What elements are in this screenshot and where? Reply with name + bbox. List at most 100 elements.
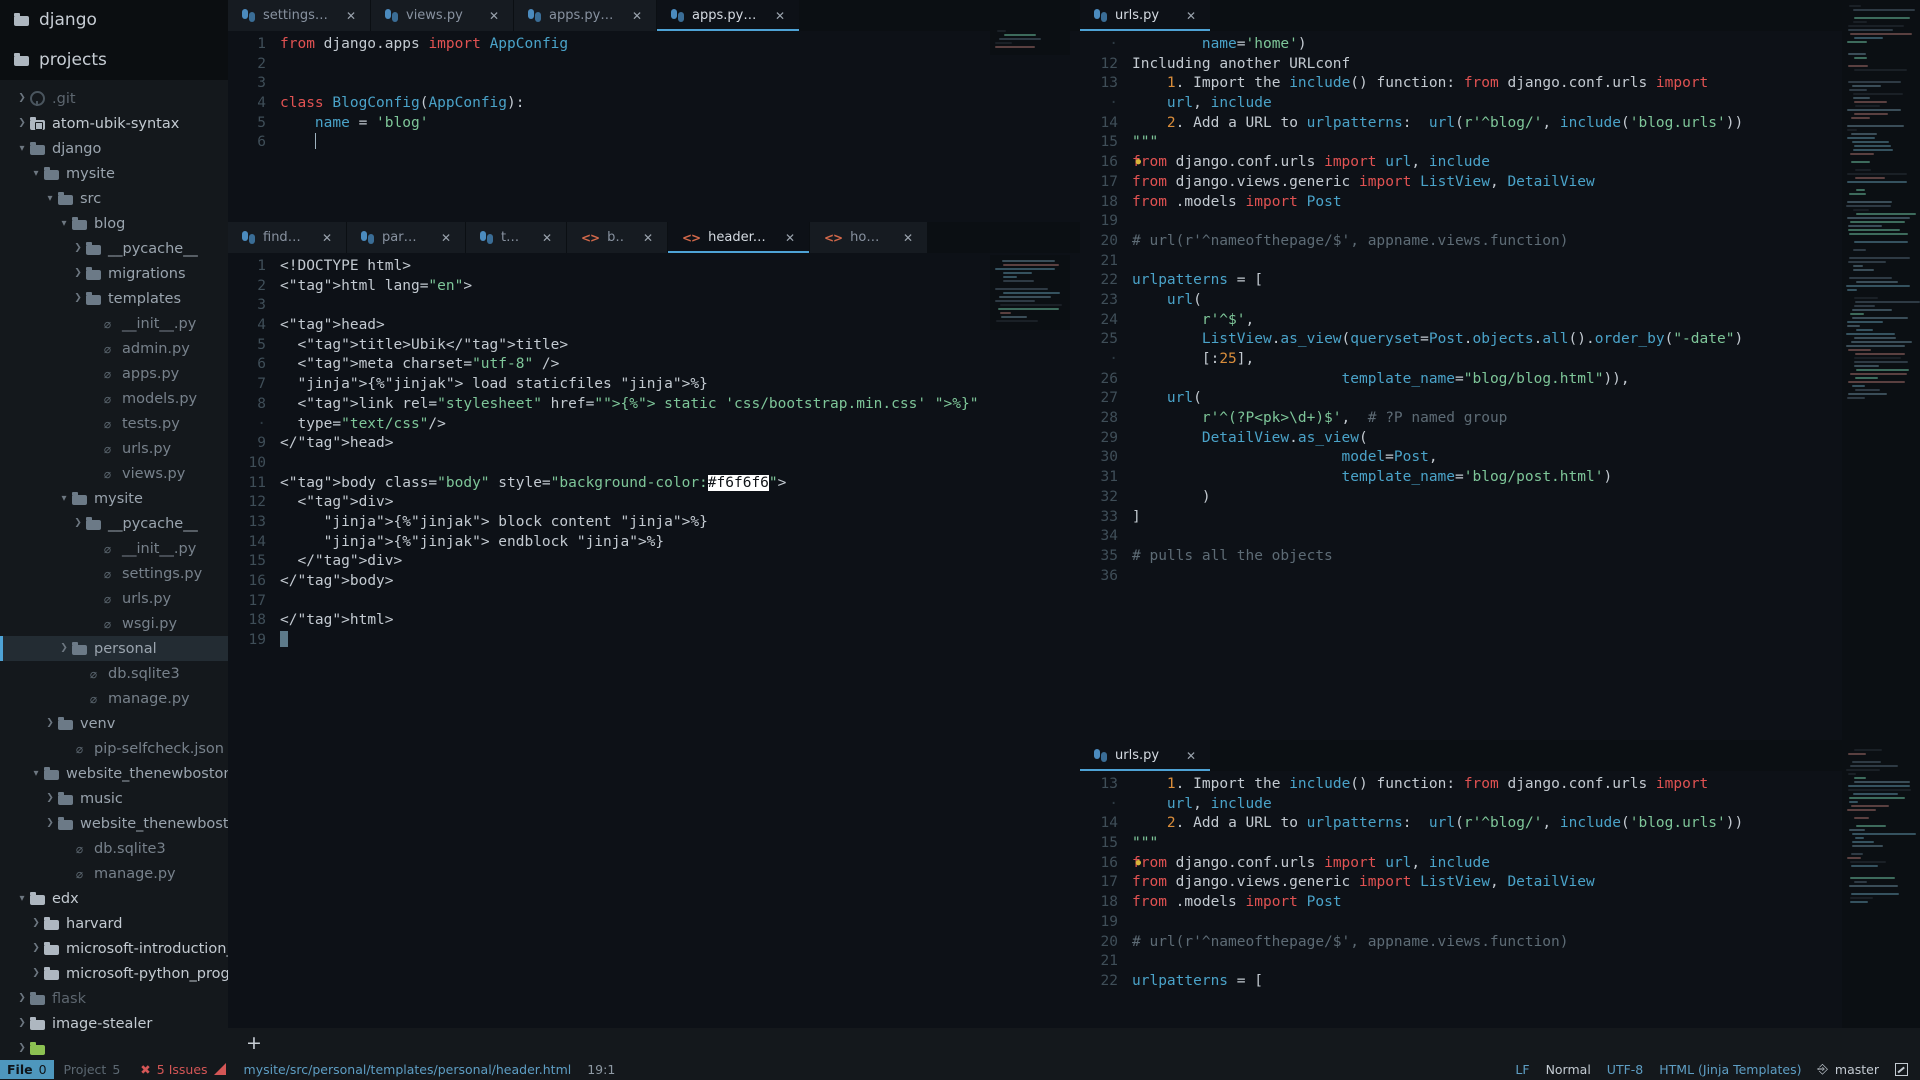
code-text[interactable]	[1132, 952, 1920, 972]
tree-item[interactable]: ❯ microsoft-introduction_to	[0, 936, 228, 961]
code-text[interactable]	[280, 55, 1080, 75]
tree-item[interactable]: ❯⌀models.py	[0, 386, 228, 411]
tree-item[interactable]: ❯ website_thenewboston	[0, 811, 228, 836]
code-text[interactable]: from .models import Post	[1132, 193, 1920, 213]
tree-item[interactable]: ❯ flask	[0, 986, 228, 1011]
code-text[interactable]: name = 'blog'	[280, 114, 1080, 134]
close-icon[interactable]: ✕	[1186, 749, 1196, 763]
file-tree[interactable]: ❯ .git ❯ atom-ubik-syntax ▾ django ▾ mysite ▾ src…	[0, 80, 228, 1058]
tree-item[interactable]: ❯⌀manage.py	[0, 686, 228, 711]
tree-item[interactable]: ❯⌀apps.py	[0, 361, 228, 386]
chevron-right-icon[interactable]: ❯	[42, 794, 58, 803]
linter-icon[interactable]	[213, 1063, 226, 1075]
code-text[interactable]: url, include	[1132, 795, 1920, 815]
chevron-right-icon[interactable]: ❯	[28, 944, 44, 953]
chevron-right-icon[interactable]: ❯	[70, 519, 86, 528]
tree-item[interactable]: ❯ venv	[0, 711, 228, 736]
tree-item[interactable]: ❯ microsoft-python_program	[0, 961, 228, 986]
code-text[interactable]: </"tag">body>	[280, 572, 1080, 592]
tree-item[interactable]: ❯ __pycache__	[0, 236, 228, 261]
status-grammar[interactable]: HTML (Jinja Templates)	[1659, 1062, 1801, 1077]
editor-tab[interactable]: testing.py ✕	[466, 222, 567, 253]
chevron-right-icon[interactable]: ❯	[42, 719, 58, 728]
editor-pane-top-left[interactable]: settings.py ✕ views.py ✕ apps.py — personal ✕…	[228, 0, 1080, 222]
tabbar-top-left[interactable]: settings.py ✕ views.py ✕ apps.py — personal ✕…	[228, 0, 1080, 31]
code-text[interactable]: type="text/css"/>	[280, 415, 1080, 435]
chevron-right-icon[interactable]: ❯	[14, 1019, 30, 1028]
chevron-down-icon[interactable]: ▾	[42, 193, 58, 204]
minimap-top-right[interactable]	[1842, 0, 1920, 740]
code-text[interactable]: </"tag">html>	[280, 611, 1080, 631]
code-text[interactable]: 2. Add a URL to urlpatterns: url(r'^blog…	[1132, 814, 1920, 834]
close-icon[interactable]: ✕	[322, 231, 332, 245]
code-text[interactable]: <"tag">body class="body" style="backgrou…	[280, 474, 1080, 494]
code-text[interactable]: urlpatterns = [	[1132, 972, 1920, 992]
tree-item[interactable]: ❯ harvard	[0, 911, 228, 936]
code-text[interactable]: template_name="blog/blog.html")),	[1132, 370, 1920, 390]
editor-tab[interactable]: settings.py ✕	[228, 0, 371, 31]
code-area-urls-py-bottom[interactable]: 13 1. Import the include() function: fro…	[1080, 771, 1920, 1036]
chevron-right-icon[interactable]: ❯	[14, 94, 30, 103]
code-area-urls-py-top[interactable]: · name='home') 12 Including another URLcon…	[1080, 31, 1920, 740]
tree-item[interactable]: ❯⌀pip-selfcheck.json	[0, 736, 228, 761]
editor-tab[interactable]: urls.py ✕	[1080, 0, 1211, 31]
chevron-right-icon[interactable]: ❯	[70, 244, 86, 253]
chevron-down-icon[interactable]: ▾	[28, 168, 44, 179]
code-text[interactable]: <!DOCTYPE html>	[280, 257, 1080, 277]
chevron-right-icon[interactable]: ❯	[70, 294, 86, 303]
editor-tab[interactable]: parsing_web... ✕	[347, 222, 466, 253]
editor-tab[interactable]: <> header.html ✕	[668, 222, 810, 253]
tree-item[interactable]: ❯⌀__init__.py	[0, 311, 228, 336]
code-text[interactable]	[1132, 527, 1920, 547]
tree-item[interactable]: ❯⌀__init__.py	[0, 536, 228, 561]
code-text[interactable]: # url(r'^nameofthepage/$', appname.views…	[1132, 232, 1920, 252]
tree-item[interactable]: ❯ __pycache__	[0, 511, 228, 536]
new-pane-bar[interactable]: +	[228, 1028, 1920, 1058]
tree-item[interactable]: ❯ migrations	[0, 261, 228, 286]
code-text[interactable]: 2. Add a URL to urlpatterns: url(r'^blog…	[1132, 114, 1920, 134]
tabbar-bottom-left[interactable]: find_elemen...✕parsing_web...✕testing.py…	[228, 222, 1080, 253]
code-text[interactable]: <"tag">html lang="en">	[280, 277, 1080, 297]
status-line-ending[interactable]: LF	[1515, 1062, 1529, 1077]
minimap-bottom-right[interactable]	[1842, 740, 1920, 1036]
chevron-down-icon[interactable]: ▾	[56, 218, 72, 229]
close-icon[interactable]: ✕	[542, 231, 552, 245]
editor-tab[interactable]: <> basic.html ✕	[567, 222, 668, 253]
code-text[interactable]	[280, 133, 1080, 153]
close-icon[interactable]: ✕	[346, 9, 356, 23]
code-text[interactable]: "jinja">{%"jinjak"> block content "jinja…	[280, 513, 1080, 533]
code-text[interactable]: <"tag">meta charset="utf-8" />	[280, 355, 1080, 375]
code-text[interactable]: url(	[1132, 291, 1920, 311]
tree-item[interactable]: ❯ .git	[0, 86, 228, 111]
code-text[interactable]: r'^$',	[1132, 311, 1920, 331]
code-text[interactable]: "jinja">{%"jinjak"> load staticfiles "ji…	[280, 375, 1080, 395]
sidebar-root-projects[interactable]: projects	[0, 40, 228, 80]
code-text[interactable]: from django.conf.urls import url, includ…	[1132, 854, 1920, 874]
code-text[interactable]	[1132, 252, 1920, 272]
code-text[interactable]: name='home')	[1132, 35, 1920, 55]
tree-item[interactable]: ❯⌀db.sqlite3	[0, 661, 228, 686]
pencil-square-icon[interactable]	[1895, 1062, 1908, 1076]
code-text[interactable]: url, include	[1132, 94, 1920, 114]
code-text[interactable]: r'^(?P<pk>\d+)$', # ?P named group	[1132, 409, 1920, 429]
close-icon[interactable]: ✕	[903, 231, 913, 245]
sidebar-root-django[interactable]: django	[0, 0, 228, 40]
chevron-right-icon[interactable]: ❯	[56, 644, 72, 653]
code-text[interactable]: <"tag">div>	[280, 493, 1080, 513]
code-text[interactable]: "jinja">{%"jinjak"> endblock "jinja">%}	[280, 533, 1080, 553]
code-text[interactable]: <"tag">head>	[280, 316, 1080, 336]
tree-item[interactable]: ❯⌀settings.py	[0, 561, 228, 586]
chevron-right-icon[interactable]: ❯	[14, 994, 30, 1003]
tree-item[interactable]: ❯⌀views.py	[0, 461, 228, 486]
chevron-right-icon[interactable]: ❯	[28, 969, 44, 978]
code-text[interactable]: </"tag">head>	[280, 434, 1080, 454]
code-text[interactable]: model=Post,	[1132, 448, 1920, 468]
code-text[interactable]: [:25],	[1132, 350, 1920, 370]
editor-tab[interactable]: apps.py — blog ✕	[657, 0, 800, 31]
tree-item[interactable]: ❯⌀urls.py	[0, 586, 228, 611]
code-text[interactable]: url(	[1132, 389, 1920, 409]
project-sidebar[interactable]: django projects ❯ .git ❯ atom-ubik-syntax ▾ d…	[0, 0, 228, 1058]
close-icon[interactable]: ✕	[785, 231, 795, 245]
chevron-down-icon[interactable]: ▾	[56, 493, 72, 504]
chevron-right-icon[interactable]: ❯	[28, 919, 44, 928]
